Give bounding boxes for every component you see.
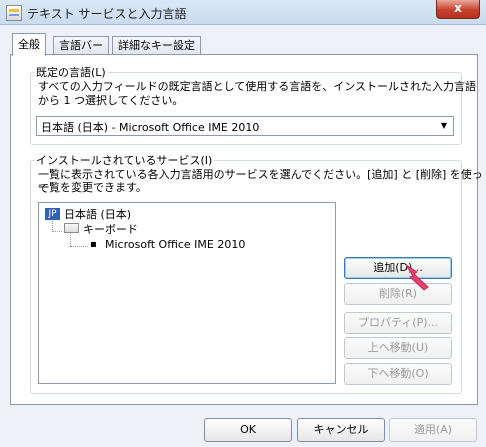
- move-down-button[interactable]: 下へ移動(O): [344, 363, 452, 385]
- window-title: テキスト サービスと入力言語: [27, 7, 187, 21]
- tree-item-ime[interactable]: Microsoft Office IME 2010: [105, 238, 245, 251]
- default-language-dropdown[interactable]: 日本語 (日本) - Microsoft Office IME 2010 ▼: [36, 116, 454, 136]
- cancel-button[interactable]: キャンセル: [297, 418, 385, 442]
- tree-line: [70, 232, 72, 246]
- tab-advanced-key-settings[interactable]: 詳細なキー設定: [112, 36, 201, 55]
- properties-button[interactable]: プロパティ(P)...: [344, 312, 452, 334]
- installed-services-tree[interactable]: JP 日本語 (日本) キーボード ▪ Microsoft Office IME…: [38, 202, 336, 384]
- tree-item-keyboard[interactable]: キーボード: [83, 221, 138, 237]
- default-language-description-line1: すべての入力フィールドの既定言語として使用する言語を、インストールされた入力言語: [38, 80, 477, 93]
- default-language-description-line2: から 1 つ選択してください。: [38, 94, 184, 107]
- default-language-selected: 日本語 (日本) - Microsoft Office IME 2010: [41, 121, 260, 134]
- default-language-legend: 既定の言語(L): [34, 64, 108, 80]
- app-icon: [6, 5, 22, 21]
- pointer-arrow-icon: [405, 264, 429, 291]
- chevron-down-icon[interactable]: ▼: [441, 121, 447, 130]
- move-up-button[interactable]: 上へ移動(U): [344, 337, 452, 359]
- tab-language-bar[interactable]: 言語バー: [53, 36, 109, 55]
- tree-bullet-icon: ▪: [90, 239, 97, 250]
- tree-item-language[interactable]: 日本語 (日本): [64, 206, 131, 222]
- language-badge-icon: JP: [45, 208, 60, 220]
- tree-line: [52, 231, 62, 233]
- installed-services-legend: インストールされているサービス(I): [34, 152, 215, 168]
- ok-button[interactable]: OK: [204, 418, 292, 442]
- close-button[interactable]: x: [436, 0, 480, 19]
- tree-line: [70, 246, 88, 248]
- title-bar: テキスト サービスと入力言語 x: [0, 0, 486, 25]
- apply-button[interactable]: 適用(A): [389, 418, 477, 442]
- tab-general[interactable]: 全般: [12, 33, 46, 56]
- installed-services-description-line2: 一覧を変更できます。: [38, 181, 147, 194]
